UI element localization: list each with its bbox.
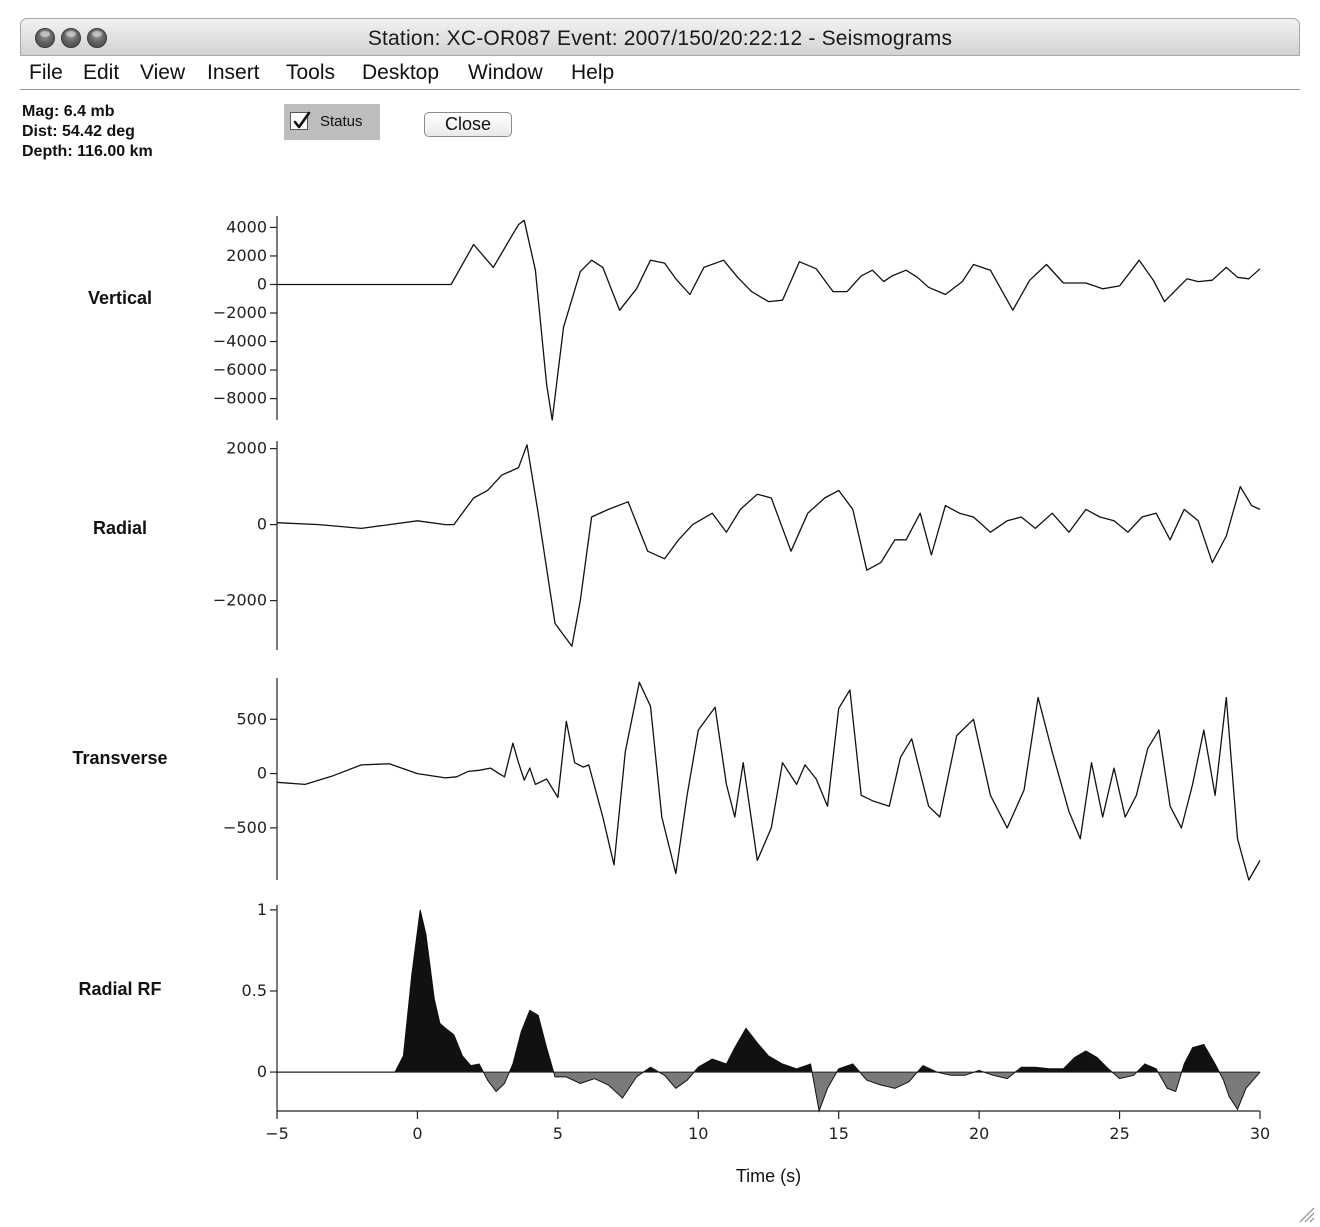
vertical-y-tick-label: −2000	[213, 303, 267, 322]
radial-rf-y-tick-label: 0.5	[242, 981, 267, 1000]
time-x-tick-label: 5	[553, 1124, 563, 1143]
time-x-tick-label: 15	[829, 1124, 849, 1143]
vertical-y-tick-label: −4000	[213, 332, 267, 351]
seismogram-window: Station: XC-OR087 Event: 2007/150/20:22:…	[20, 18, 1315, 1223]
transverse-y-tick-label: −500	[223, 818, 267, 837]
seismogram-plots: 400020000−2000−4000−6000−800020000−20005…	[213, 216, 1270, 1186]
transverse-y-tick-label: 0	[257, 764, 267, 783]
time-x-axis-label: Time (s)	[736, 1166, 801, 1186]
radial-rf-positive-area	[277, 909, 1260, 1073]
vertical-trace	[277, 219, 1261, 421]
radial-y-tick-label: −2000	[213, 591, 267, 610]
time-x-tick-label: 30	[1250, 1124, 1270, 1143]
vertical-y-tick-label: −8000	[213, 389, 267, 408]
vertical-y-tick-label: −6000	[213, 360, 267, 379]
transverse-trace	[276, 681, 1261, 881]
radial-rf-y-tick-label: 0	[257, 1062, 267, 1081]
vertical-y-tick-label: 0	[257, 274, 267, 293]
vertical-y-tick-label: 2000	[226, 246, 267, 265]
time-x-tick-label: 10	[688, 1124, 708, 1143]
radial-rf-y-tick-label: 1	[257, 900, 267, 919]
time-x-tick-label: −5	[265, 1124, 289, 1143]
radial-trace	[276, 444, 1261, 647]
resize-grip-icon[interactable]	[1296, 1204, 1316, 1224]
radial-y-tick-label: 2000	[226, 439, 267, 458]
vertical-y-tick-label: 4000	[226, 217, 267, 236]
time-x-tick-label: 0	[412, 1124, 422, 1143]
time-x-tick-label: 25	[1109, 1124, 1129, 1143]
transverse-y-tick-label: 500	[236, 709, 267, 728]
time-x-tick-label: 20	[969, 1124, 989, 1143]
radial-y-tick-label: 0	[257, 515, 267, 534]
